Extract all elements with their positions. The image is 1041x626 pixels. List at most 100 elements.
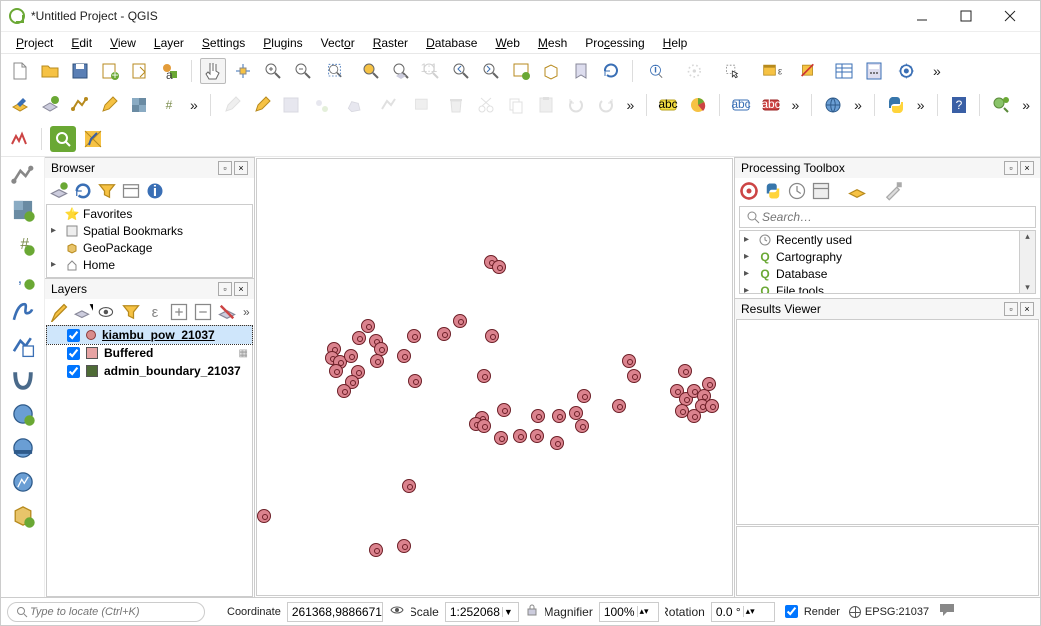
browser-collapse-icon[interactable]: [121, 181, 141, 201]
layer-check-1[interactable]: [67, 347, 80, 360]
add-wms-icon[interactable]: [10, 401, 36, 427]
browser-row-home[interactable]: ▸Home: [47, 256, 252, 273]
add-raster-icon[interactable]: [10, 197, 36, 223]
layer-style-icon[interactable]: [49, 302, 69, 322]
map-point[interactable]: [397, 539, 411, 553]
actions-icon[interactable]: [679, 58, 713, 84]
osm-tools-icon[interactable]: [988, 92, 1014, 118]
proc-edit-in-place-icon[interactable]: [847, 181, 867, 201]
browser-row-favorites[interactable]: ⭐Favorites: [47, 205, 252, 222]
python-console-icon[interactable]: [883, 92, 909, 118]
menu-layer[interactable]: Layer: [145, 33, 193, 53]
map-point[interactable]: [370, 354, 384, 368]
map-point[interactable]: [550, 436, 564, 450]
toolbar-overflow-2a[interactable]: »: [186, 97, 202, 113]
save-project-icon[interactable]: [67, 58, 93, 84]
layer-row-admin[interactable]: admin_boundary_21037: [47, 362, 252, 380]
map-point[interactable]: [702, 377, 716, 391]
map-point[interactable]: [369, 543, 383, 557]
map-point[interactable]: [485, 329, 499, 343]
browser-properties-icon[interactable]: i: [145, 181, 165, 201]
results-float-icon[interactable]: ▫: [1004, 302, 1018, 316]
layer-expression-icon[interactable]: ε: [145, 302, 165, 322]
menu-mesh[interactable]: Mesh: [529, 33, 576, 53]
rotation-spinner[interactable]: 0.0 °▴▾: [711, 602, 775, 622]
proc-row-recent[interactable]: ▸Recently used: [740, 231, 1035, 248]
menu-edit[interactable]: Edit: [62, 33, 101, 53]
metasearch-icon[interactable]: [820, 92, 846, 118]
map-point[interactable]: [575, 419, 589, 433]
map-point[interactable]: [569, 406, 583, 420]
quick-osm-icon[interactable]: [50, 126, 76, 152]
temporal-controller-icon[interactable]: [7, 126, 33, 152]
browser-row-bookmarks[interactable]: ▸Spatial Bookmarks: [47, 222, 252, 239]
label-pin-icon[interactable]: abc: [758, 92, 784, 118]
map-point[interactable]: [344, 349, 358, 363]
label-highlight-icon[interactable]: abc: [728, 92, 754, 118]
pan-icon[interactable]: [200, 58, 226, 84]
zoom-layer-icon[interactable]: [388, 58, 414, 84]
map-point[interactable]: [352, 331, 366, 345]
identify-icon[interactable]: i: [641, 58, 675, 84]
map-point[interactable]: [477, 419, 491, 433]
layer-expand-icon[interactable]: [169, 302, 189, 322]
add-postgis-icon[interactable]: [10, 367, 36, 393]
field-calculator-icon[interactable]: [861, 58, 887, 84]
maximize-button[interactable]: [944, 2, 988, 30]
layer-row-buffered[interactable]: Buffered ▦: [47, 344, 252, 362]
magnifier-spinner[interactable]: 100%▴▾: [599, 602, 659, 622]
render-toggle[interactable]: Render: [781, 602, 840, 621]
map-point[interactable]: [552, 409, 566, 423]
map-point[interactable]: [622, 354, 636, 368]
close-button[interactable]: [988, 2, 1032, 30]
new-project-icon[interactable]: [7, 58, 33, 84]
map-point[interactable]: [627, 369, 641, 383]
menu-web[interactable]: Web: [486, 33, 528, 53]
menu-view[interactable]: View: [101, 33, 145, 53]
map-point[interactable]: [407, 329, 421, 343]
pan-to-selection-icon[interactable]: [230, 58, 256, 84]
scale-combobox[interactable]: 1:252068▼: [445, 602, 519, 622]
map-point[interactable]: [531, 409, 545, 423]
menu-plugins[interactable]: Plugins: [254, 33, 311, 53]
processing-scrollbar[interactable]: ▴▾: [1019, 231, 1035, 293]
new-bookmark-icon[interactable]: [568, 58, 594, 84]
label-abc-icon[interactable]: abc: [655, 92, 681, 118]
add-delimited-icon[interactable]: ,: [10, 265, 36, 291]
map-point[interactable]: [492, 260, 506, 274]
layers-overflow[interactable]: »: [241, 305, 252, 319]
processing-search[interactable]: [739, 206, 1036, 228]
map-point[interactable]: [530, 429, 544, 443]
add-mesh-icon[interactable]: #: [10, 231, 36, 257]
mesh-layer-icon[interactable]: #: [156, 92, 182, 118]
layout-manager-icon[interactable]: [127, 58, 153, 84]
proc-options-icon[interactable]: [883, 181, 903, 201]
results-secondary[interactable]: [736, 526, 1039, 596]
menu-project[interactable]: Project: [7, 33, 62, 53]
map-point[interactable]: [408, 374, 422, 388]
map-point[interactable]: [497, 403, 511, 417]
map-point[interactable]: [329, 364, 343, 378]
add-layer-icon[interactable]: [49, 181, 69, 201]
add-spatialite-icon[interactable]: [10, 299, 36, 325]
add-wcs-icon[interactable]: [10, 435, 36, 461]
layer-add-group-icon[interactable]: ▾: [73, 302, 93, 322]
menu-raster[interactable]: Raster: [364, 33, 417, 53]
zoom-last-icon[interactable]: [448, 58, 474, 84]
map-point[interactable]: [513, 429, 527, 443]
proc-row-filetools[interactable]: ▸QFile tools: [740, 282, 1035, 294]
toggle-editing-icon[interactable]: [249, 92, 275, 118]
coord-value[interactable]: 261368,9886671: [287, 602, 383, 622]
toolbox-icon[interactable]: [891, 58, 925, 84]
diagram-icon[interactable]: [685, 92, 711, 118]
map-point[interactable]: [577, 389, 591, 403]
proc-history-icon[interactable]: [787, 181, 807, 201]
menu-vector[interactable]: Vector: [312, 33, 364, 53]
zoom-in-icon[interactable]: [260, 58, 286, 84]
open-project-icon[interactable]: [37, 58, 63, 84]
menu-help[interactable]: Help: [654, 33, 697, 53]
extents-icon[interactable]: [389, 602, 405, 621]
refresh-icon[interactable]: [598, 58, 624, 84]
map-point[interactable]: [437, 327, 451, 341]
processing-float-icon[interactable]: ▫: [1004, 161, 1018, 175]
